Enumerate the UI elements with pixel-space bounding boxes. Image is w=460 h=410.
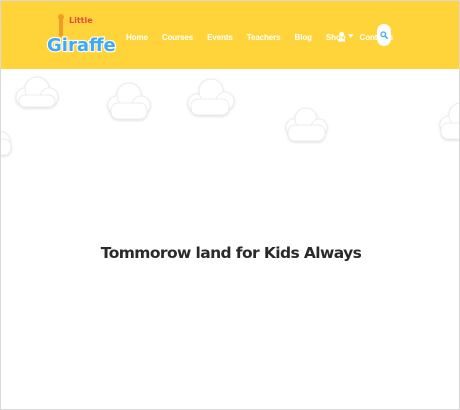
clouds-icon: [1, 76, 459, 156]
nav-blog[interactable]: Blog: [295, 33, 312, 42]
user-icon: [338, 31, 346, 42]
caret-down-icon: [348, 34, 354, 38]
cloud-2: [107, 82, 151, 120]
cloud-5: [439, 102, 459, 140]
cloud-6: [1, 131, 12, 156]
site-header: Little Giraffe Home Courses Events Teach…: [1, 1, 459, 69]
cloud-3: [187, 78, 235, 116]
nav-teachers[interactable]: Teachers: [247, 33, 281, 42]
nav-courses[interactable]: Courses: [162, 33, 193, 42]
page-frame: Little Giraffe Home Courses Events Teach…: [0, 0, 460, 410]
logo-line1: Little: [69, 16, 93, 25]
cloud-decoration: [1, 69, 459, 179]
search-icon: [380, 31, 388, 39]
user-menu-button[interactable]: [338, 29, 354, 43]
giraffe-logo-icon: Little Giraffe: [46, 14, 117, 57]
cloud-1: [15, 76, 59, 108]
nav-home[interactable]: Home: [126, 33, 148, 42]
search-button[interactable]: [377, 24, 391, 46]
nav-events[interactable]: Events: [207, 33, 233, 42]
cloud-4: [285, 107, 328, 142]
hero-title: Tommorow land for Kids Always: [100, 244, 362, 262]
site-logo[interactable]: Little Giraffe: [45, 11, 117, 59]
logo-line2: Giraffe: [47, 35, 116, 56]
